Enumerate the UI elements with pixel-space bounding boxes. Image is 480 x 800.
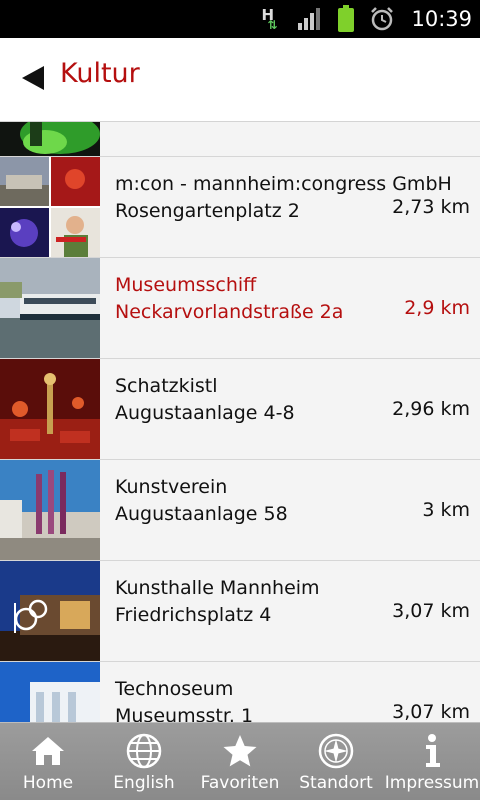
venue-distance: 3,07 km [392, 600, 470, 622]
venue-distance: 3,07 km [392, 701, 470, 722]
back-button[interactable] [20, 64, 48, 94]
signal-icon [298, 8, 321, 30]
venue-address: Museumsstr. 1 [115, 705, 254, 722]
home-icon [32, 737, 64, 765]
venue-name: m:con - mannheim:congress GmbH [115, 173, 452, 195]
tab-label: English [113, 773, 175, 793]
venue-distance: 2,73 km [392, 196, 470, 218]
tab-home[interactable]: Home [0, 723, 96, 800]
alarm-icon [371, 7, 394, 31]
list-item[interactable]: Technoseum Museumsstr. 1 3,07 km [0, 662, 480, 722]
list-item[interactable]: m:con - mannheim:congress GmbH Rosengart… [0, 157, 480, 258]
tab-favoriten[interactable]: Favoriten [192, 723, 288, 800]
tab-impressum[interactable]: Impressum [384, 723, 480, 800]
list-item[interactable]: Kunsthalle Mannheim Friedrichsplatz 4 3,… [0, 561, 480, 662]
venue-name: Kunstverein [115, 476, 228, 498]
venue-name: Schatzkistl [115, 375, 218, 397]
status-icons: H ⇅ 10:39 [259, 0, 472, 38]
venue-address: Rosengartenplatz 2 [115, 200, 300, 222]
venue-thumbnail [0, 662, 100, 722]
compass-icon [318, 733, 354, 769]
venue-address: Neckarvorlandstraße 2a [115, 301, 344, 323]
status-bar: H ⇅ 10:39 [0, 0, 480, 38]
app-header: Kultur [0, 38, 480, 122]
venue-thumbnail [0, 460, 100, 560]
clock: 10:39 [411, 7, 472, 31]
back-arrow-icon [22, 66, 44, 90]
network-hspa-icon: H ⇅ [261, 6, 278, 32]
venue-name: Museumsschiff [115, 274, 257, 296]
star-icon [223, 735, 257, 767]
tab-label: Impressum [384, 773, 480, 793]
venue-address: Friedrichsplatz 4 [115, 604, 272, 626]
venue-thumbnail [0, 561, 100, 661]
bottom-tab-bar: Home English Favoriten Standort Impressu… [0, 722, 480, 800]
tab-standort[interactable]: Standort [288, 723, 384, 800]
venue-list[interactable]: m:con - mannheim:congress GmbH Rosengart… [0, 122, 480, 722]
tab-label: Standort [299, 773, 373, 793]
venue-thumbnail [0, 157, 100, 257]
tab-label: Favoriten [200, 773, 280, 793]
list-item[interactable] [0, 122, 480, 157]
venue-name: Kunsthalle Mannheim [115, 577, 320, 599]
venue-thumbnail [0, 359, 100, 459]
venue-distance: 3 km [422, 499, 470, 521]
venue-distance: 2,9 km [404, 297, 470, 319]
venue-thumbnail [0, 258, 100, 358]
venue-distance: 2,96 km [392, 398, 470, 420]
venue-address: Augustaanlage 58 [115, 503, 288, 525]
list-item[interactable]: Kunstverein Augustaanlage 58 3 km [0, 460, 480, 561]
list-item[interactable]: Schatzkistl Augustaanlage 4-8 2,96 km [0, 359, 480, 460]
list-item-selected[interactable]: Museumsschiff Neckarvorlandstraße 2a 2,9… [0, 258, 480, 359]
tab-english[interactable]: English [96, 723, 192, 800]
globe-icon [126, 733, 162, 769]
info-icon [426, 734, 440, 767]
page-title: Kultur [60, 58, 140, 89]
tab-label: Home [22, 773, 74, 793]
venue-name: Technoseum [115, 678, 234, 700]
battery-icon [338, 5, 355, 32]
venue-thumbnail [0, 122, 100, 156]
venue-address: Augustaanlage 4-8 [115, 402, 295, 424]
